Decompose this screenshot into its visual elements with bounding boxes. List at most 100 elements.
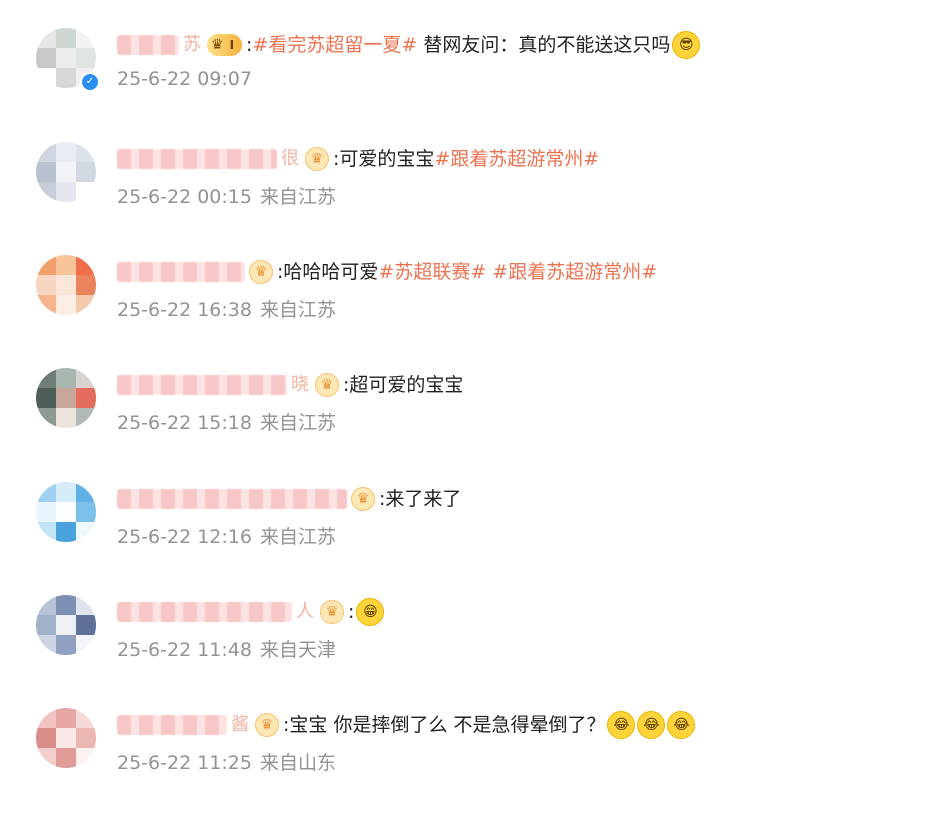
avatar-pixel (76, 182, 96, 202)
avatar-pixel (56, 388, 76, 408)
crown-icon[interactable]: ♛ (255, 713, 279, 737)
avatar-pixel (56, 728, 76, 748)
crown-icon[interactable]: ♛ (320, 600, 344, 624)
avatar[interactable] (36, 368, 96, 428)
comment-text: :哈哈哈可爱 (277, 261, 379, 283)
avatar-pixel (76, 275, 96, 295)
comment-text: : (348, 601, 355, 623)
comment-location: 来自江苏 (259, 299, 336, 321)
avatar[interactable] (36, 255, 96, 315)
avatar[interactable] (36, 595, 96, 655)
username-blurred[interactable] (117, 602, 292, 622)
comment-item: ✓ 苏 ♛ I: #看完苏超留一夏# 替网友问：真的不能送这只吗 😎 25-6-22 09:… (0, 28, 929, 138)
comment-text: :来了来了 (379, 488, 462, 510)
comment-timestamp: 25-6-22 00:15 (117, 186, 252, 208)
avatar-pixel (36, 615, 56, 635)
username-blurred[interactable] (117, 375, 287, 395)
vip-badge[interactable]: ♛ I (207, 34, 243, 56)
avatar-pixel (56, 595, 76, 615)
emoji-icon: 😎 (672, 31, 701, 59)
avatar-pixel (56, 408, 76, 428)
username-tail[interactable]: 苏 (183, 30, 201, 60)
comment-content-line: 很 ♛:可爱的宝宝 #跟着苏超游常州# (117, 144, 599, 174)
topic-hashtag-link[interactable]: #看完苏超留一夏# (252, 30, 417, 60)
emoji-icon: 😂 (667, 711, 696, 739)
comment-meta: 25-6-22 11:48 来自天津 (117, 635, 336, 662)
comment-location: 来自山东 (259, 752, 336, 774)
comment-location: 来自江苏 (259, 526, 336, 548)
comment-location: 来自天津 (259, 639, 336, 661)
emoji-icon: 😁 (356, 598, 385, 626)
avatar-pixel (36, 482, 56, 502)
username-blurred[interactable] (117, 149, 277, 169)
username-blurred[interactable] (117, 35, 179, 55)
avatar-pixel (56, 748, 76, 768)
avatar-pixel (56, 635, 76, 655)
comment-timestamp: 25-6-22 12:16 (117, 526, 252, 548)
username-blurred[interactable] (117, 715, 227, 735)
avatar-pixel (76, 368, 96, 388)
emoji-icon: 😂 (637, 711, 666, 739)
comment-content-line: ♛:哈哈哈可爱 #苏超联赛# #跟着苏超游常州# (117, 257, 657, 287)
avatar-pixel (36, 635, 56, 655)
username-tail[interactable]: 人 (296, 597, 314, 627)
username-tail[interactable]: 晓 (291, 370, 309, 400)
comment-timestamp: 25-6-22 11:25 (117, 752, 252, 774)
comment-timestamp: 25-6-22 15:18 (117, 412, 252, 434)
avatar-pixel (56, 368, 76, 388)
comment-item: 人 ♛: 😁 25-6-22 11:48 来自天津 (0, 595, 929, 705)
vip-level: I (229, 38, 235, 52)
crown-icon[interactable]: ♛ (315, 373, 339, 397)
avatar-pixel (36, 275, 56, 295)
avatar-pixel (36, 502, 56, 522)
comment-timestamp: 25-6-22 09:07 (117, 68, 252, 90)
topic-hashtag-link[interactable]: #跟着苏超游常州# (434, 144, 599, 174)
avatar[interactable] (36, 708, 96, 768)
avatar-pixel (76, 522, 96, 542)
crown-icon[interactable]: ♛ (351, 487, 375, 511)
avatar-pixel (36, 708, 56, 728)
comment-content-line: 苏 ♛ I: #看完苏超留一夏# 替网友问：真的不能送这只吗 😎 (117, 30, 701, 60)
comment-text: :可爱的宝宝 (333, 148, 435, 170)
avatar-pixel (76, 728, 96, 748)
avatar-pixel (76, 48, 96, 68)
comment-item: 酱 ♛:宝宝 你是摔倒了么 不是急得晕倒了？ 😂 😂 😂 25-6-22 11:25 来自山… (0, 708, 929, 818)
avatar-pixel (36, 368, 56, 388)
avatar-pixel (76, 388, 96, 408)
avatar-pixel (36, 295, 56, 315)
comment-meta: 25-6-22 00:15 来自江苏 (117, 182, 336, 209)
comment-content-line: ♛:来了来了 (117, 484, 461, 514)
username-blurred[interactable] (117, 489, 347, 509)
topic-hashtag-link[interactable]: #跟着苏超游常州# (492, 257, 657, 287)
topic-hashtag-link[interactable]: #苏超联赛# (378, 257, 486, 287)
avatar-pixel (56, 295, 76, 315)
avatar-pixel (56, 182, 76, 202)
avatar-pixel (76, 142, 96, 162)
avatar[interactable] (36, 482, 96, 542)
comment-item: 晓 ♛:超可爱的宝宝 25-6-22 15:18 来自江苏 (0, 368, 929, 478)
avatar-pixel (36, 408, 56, 428)
comment-item: ♛:哈哈哈可爱 #苏超联赛# #跟着苏超游常州# 25-6-22 16:38 来自江苏 (0, 255, 929, 365)
avatar[interactable] (36, 142, 96, 202)
username-blurred[interactable] (117, 262, 245, 282)
comment-item: ♛:来了来了 25-6-22 12:16 来自江苏 (0, 482, 929, 592)
username-tail[interactable]: 很 (281, 144, 299, 174)
crown-icon[interactable]: ♛ (305, 147, 329, 171)
avatar-pixel (76, 708, 96, 728)
avatar-pixel (76, 502, 96, 522)
crown-icon: ♛ (211, 37, 224, 53)
username-tail[interactable]: 酱 (231, 710, 249, 740)
comment-meta: 25-6-22 16:38 来自江苏 (117, 295, 336, 322)
avatar-pixel (36, 595, 56, 615)
avatar-pixel (36, 68, 56, 88)
avatar-pixel (76, 635, 96, 655)
avatar-pixel (76, 748, 96, 768)
avatar-pixel (36, 522, 56, 542)
avatar-pixel (76, 255, 96, 275)
comment-content-line: 晓 ♛:超可爱的宝宝 (117, 370, 463, 400)
avatar-pixel (56, 482, 76, 502)
avatar-pixel (56, 68, 76, 88)
comment-timestamp: 25-6-22 16:38 (117, 299, 252, 321)
avatar-pixel (56, 255, 76, 275)
crown-icon[interactable]: ♛ (249, 260, 273, 284)
